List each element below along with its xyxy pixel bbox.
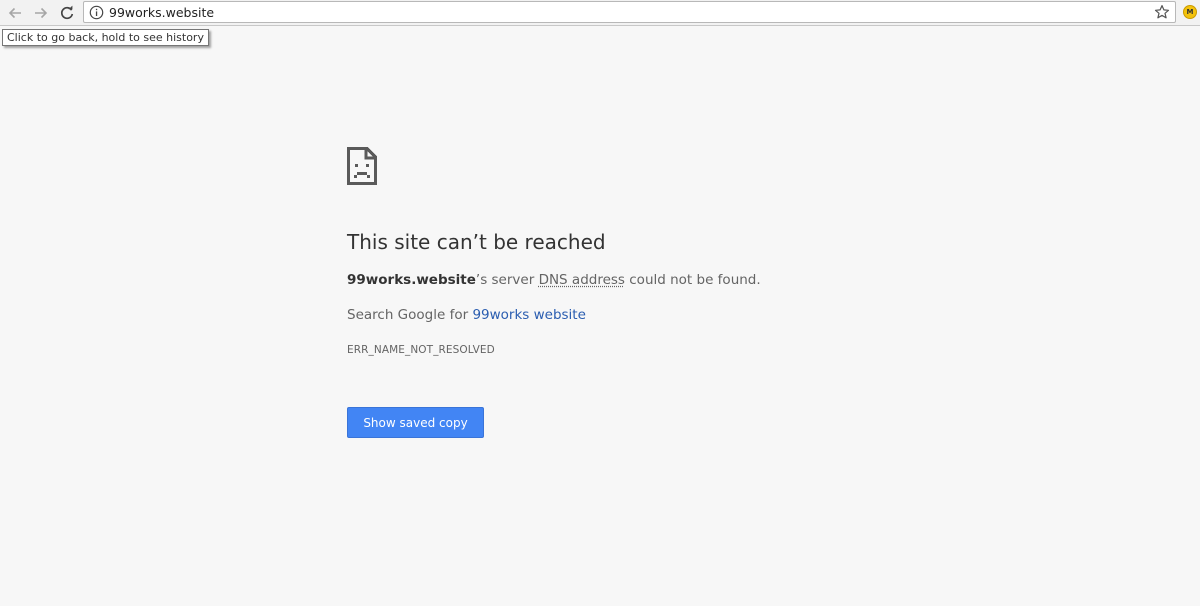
error-headline: This site can’t be reached [347, 230, 606, 254]
arrow-right-icon [35, 7, 48, 19]
search-prefix: Search Google for [347, 307, 473, 323]
search-suggestion: Search Google for 99works website [347, 305, 586, 325]
extension-icon[interactable]: M [1183, 5, 1197, 19]
sad-page-icon [347, 147, 377, 185]
extension-label: M [1186, 7, 1194, 16]
error-detail-middle: ’s server [475, 272, 539, 288]
info-icon[interactable] [89, 5, 104, 20]
error-host: 99works.website [347, 272, 476, 288]
address-bar[interactable]: 99works.website [83, 1, 1176, 23]
error-detail: 99works.website’s server DNS address cou… [347, 270, 761, 290]
search-google-link[interactable]: 99works website [472, 307, 585, 323]
star-icon[interactable] [1154, 4, 1170, 20]
reload-icon [61, 5, 74, 20]
reload-button[interactable] [57, 3, 77, 23]
url-text[interactable]: 99works.website [109, 5, 214, 21]
dns-address-term: DNS address [538, 272, 625, 288]
arrow-left-icon [8, 7, 21, 19]
forward-button[interactable] [31, 3, 51, 23]
back-button[interactable] [5, 3, 25, 23]
browser-toolbar: 99works.website M [0, 0, 1200, 26]
error-detail-tail: could not be found. [624, 272, 761, 288]
back-button-tooltip: Click to go back, hold to see history [2, 29, 209, 46]
show-saved-copy-button[interactable]: Show saved copy [347, 407, 484, 438]
error-code: ERR_NAME_NOT_RESOLVED [347, 344, 495, 356]
